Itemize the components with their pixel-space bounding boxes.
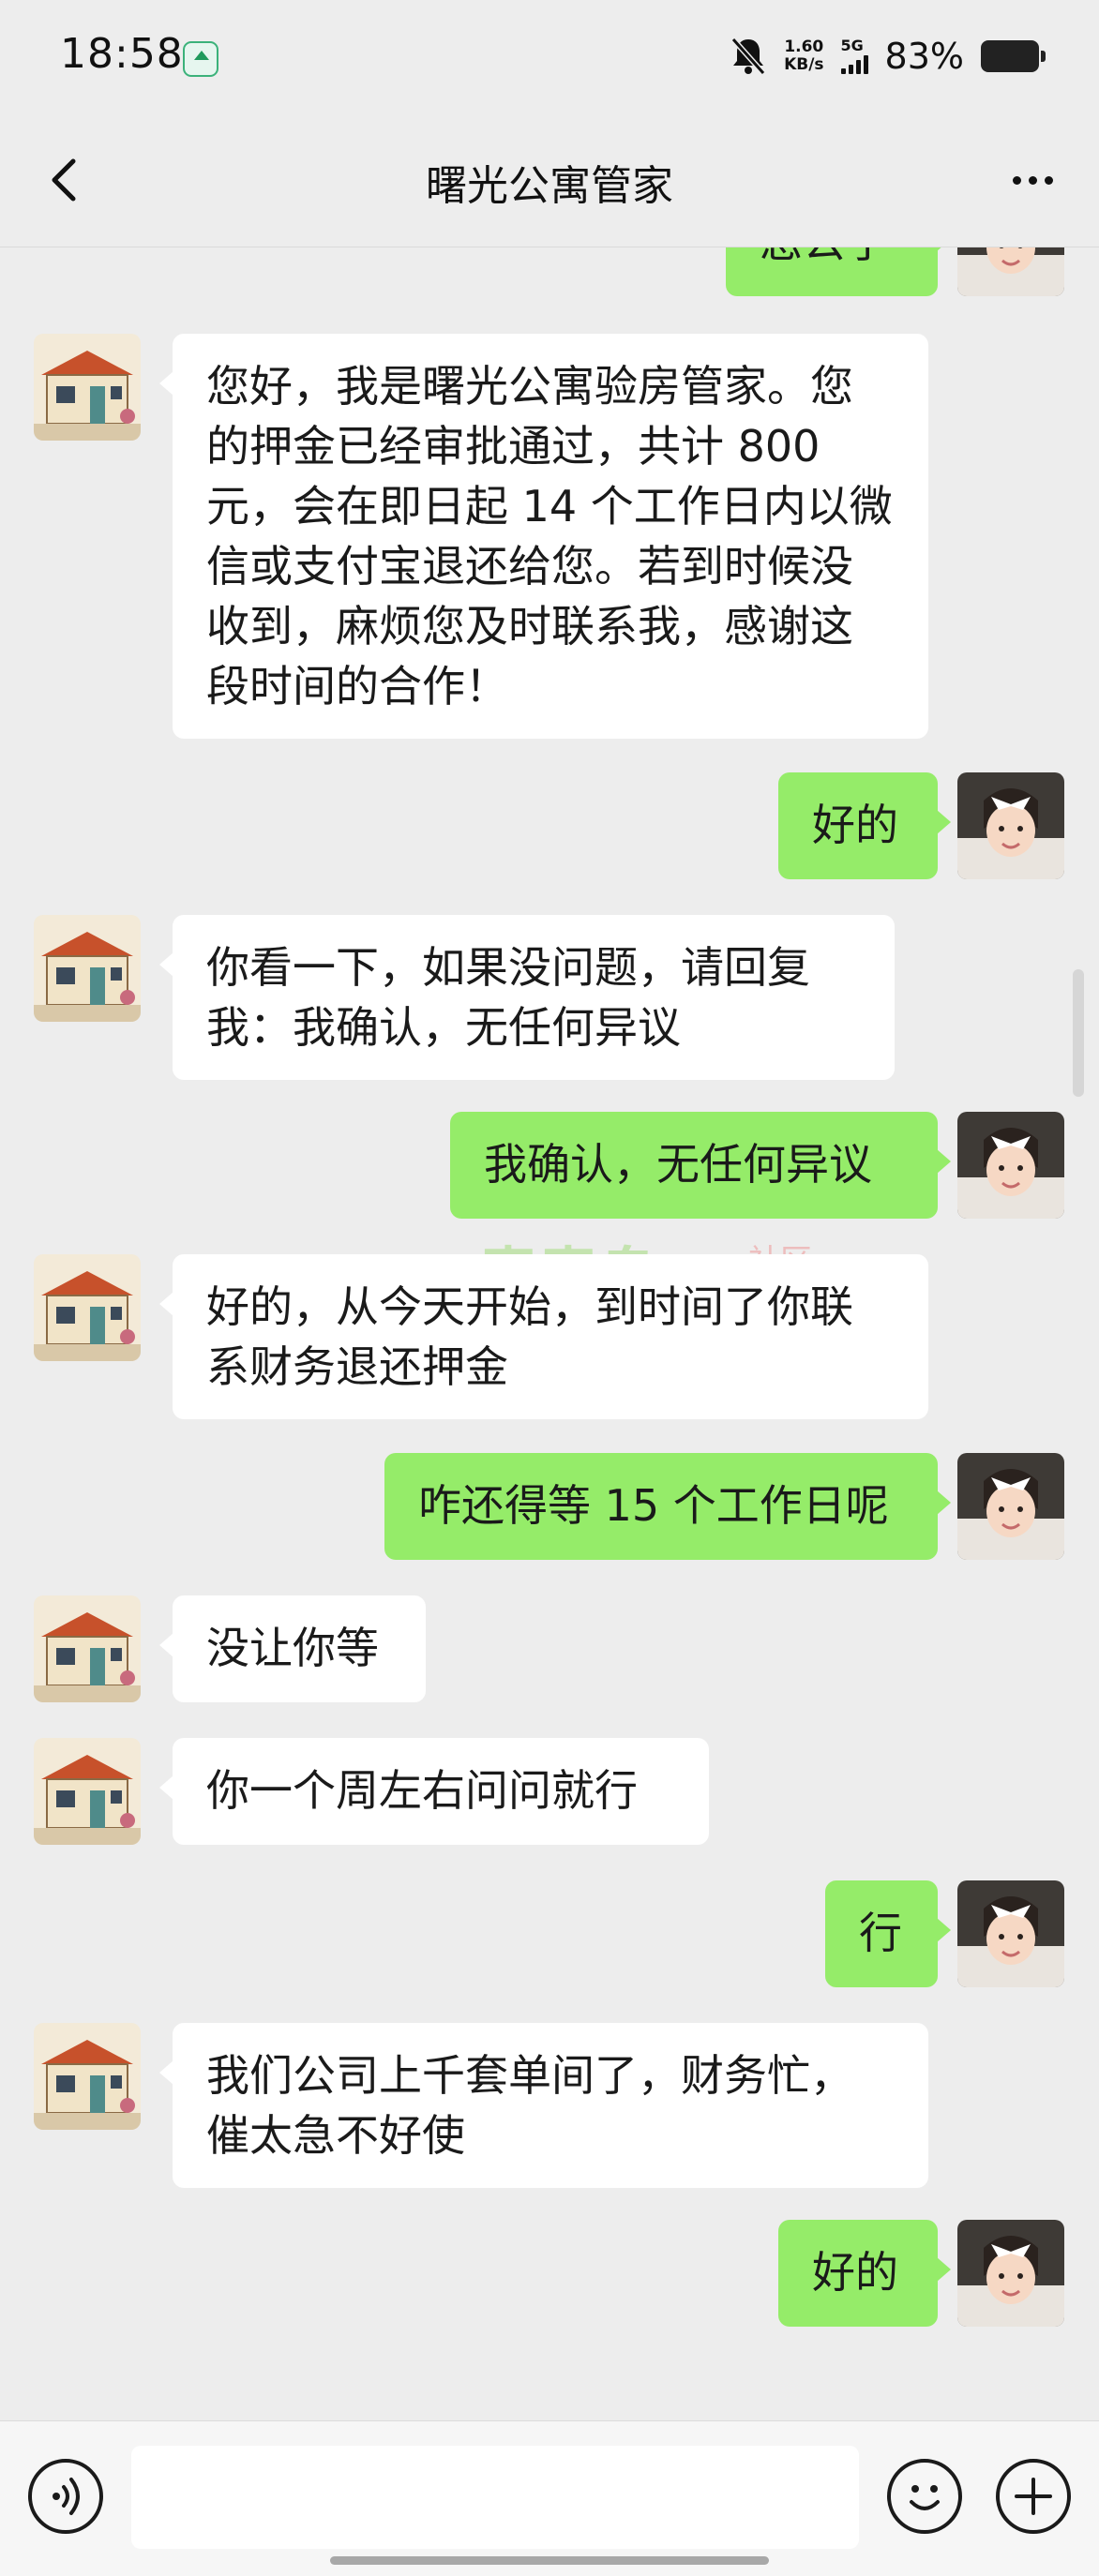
bell-off-icon <box>730 36 767 77</box>
incoming-message-bubble[interactable]: 你一个周左右问问就行 <box>159 1738 709 1845</box>
outgoing-message-bubble[interactable]: 好的 <box>778 2220 951 2327</box>
incoming-message-bubble[interactable]: 好的，从今天开始，到时间了你联系财务退还押金 <box>159 1254 928 1419</box>
outgoing-message-bubble[interactable]: 行 <box>825 1880 951 1987</box>
contact-avatar[interactable] <box>34 915 141 1022</box>
voice-icon <box>53 2478 80 2515</box>
emoji-button[interactable] <box>887 2459 962 2534</box>
status-indicators: 1.60 KB/s 5G 83% <box>730 28 1046 84</box>
contact-avatar[interactable] <box>34 1595 141 1702</box>
scrollbar[interactable] <box>1073 969 1084 1097</box>
contact-avatar[interactable] <box>34 2023 141 2130</box>
my-avatar[interactable] <box>957 247 1064 296</box>
home-app-icon <box>183 41 218 77</box>
contact-avatar[interactable] <box>34 1738 141 1845</box>
my-avatar[interactable] <box>957 772 1064 879</box>
chat-header: 曙光公寓管家 <box>0 114 1099 247</box>
net-speed-value: 1.60 <box>784 37 824 56</box>
outgoing-message-bubble[interactable]: 我确认，无任何异议 <box>450 1112 951 1219</box>
signal-icon: 5G <box>840 37 868 74</box>
my-avatar[interactable] <box>957 1453 1064 1560</box>
contact-avatar[interactable] <box>34 1254 141 1361</box>
my-avatar[interactable] <box>957 1880 1064 1987</box>
plus-icon <box>1015 2478 1052 2515</box>
message-list[interactable]: 青青岛 社区 club.qingdaonews.com 您公了您好，我是曙光公寓… <box>0 247 1099 2420</box>
voice-button[interactable] <box>28 2459 103 2534</box>
more-dots-icon <box>1012 175 1021 185</box>
chat-screen: 18:58 1.60 KB/s 5G 83% 曙光公寓管家 您好，我是曙光公寓验… <box>0 0 1099 2576</box>
outgoing-message-bubble[interactable]: 您公了 <box>726 247 951 296</box>
net-speed: 1.60 KB/s <box>784 38 823 74</box>
chat-title: 曙光公寓管家 <box>426 162 673 210</box>
battery-percent: 83% <box>884 36 964 77</box>
more-functions-button[interactable] <box>996 2459 1071 2534</box>
status-time: 18:58 <box>60 30 184 78</box>
input-bar <box>0 2420 1099 2576</box>
signal-type: 5G <box>840 37 864 54</box>
emoji-icon <box>910 2485 940 2510</box>
net-speed-unit: KB/s <box>784 55 824 74</box>
incoming-message-bubble[interactable]: 您好，我是曙光公寓验房管家。您的押金已经审批通过，共计 800 元，会在即日起 … <box>159 334 928 739</box>
my-avatar[interactable] <box>957 2220 1064 2327</box>
more-button[interactable] <box>1000 152 1065 208</box>
message-input[interactable] <box>131 2446 859 2549</box>
outgoing-message-bubble[interactable]: 咋还得等 15 个工作日呢 <box>384 1453 951 1560</box>
incoming-message-bubble[interactable]: 你看一下，如果没问题，请回复我：我确认，无任何异议 <box>159 915 895 1080</box>
incoming-message-bubble[interactable]: 没让你等 <box>159 1595 426 1702</box>
outgoing-message-bubble[interactable]: 好的 <box>778 772 951 879</box>
my-avatar[interactable] <box>957 1112 1064 1219</box>
home-indicator[interactable] <box>330 2556 769 2565</box>
incoming-message-bubble[interactable]: 我们公司上千套单间了，财务忙，催太急不好使 <box>159 2023 928 2188</box>
status-bar: 18:58 1.60 KB/s 5G 83% <box>0 0 1099 114</box>
battery-icon <box>981 40 1046 72</box>
contact-avatar[interactable] <box>34 334 141 441</box>
